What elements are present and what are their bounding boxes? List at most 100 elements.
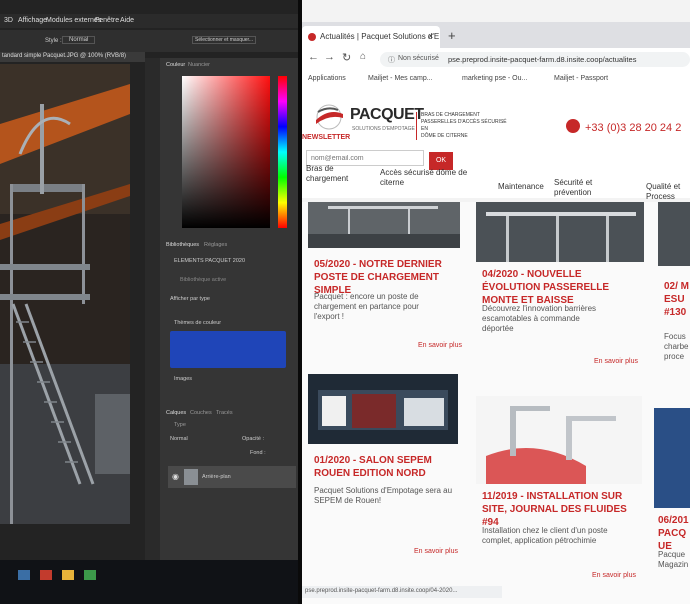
- url-text: pse.preprod.insite-pacquet-farm.d8.insit…: [448, 55, 637, 64]
- card-title[interactable]: 04/2020 - NOUVELLE ÉVOLUTION PASSERELLE …: [482, 268, 642, 307]
- card-image[interactable]: [658, 202, 690, 266]
- monitor-photo: 3D Affichage Modules externes Fenêtre Ai…: [0, 0, 690, 604]
- url-field[interactable]: ⓘ Non sécurisé pse.preprod.insite-pacque…: [380, 52, 690, 67]
- industrial-photo: [0, 64, 130, 524]
- tagline: PASSERELLES D'ACCÈS SÉCURISÉ EN: [421, 119, 507, 132]
- newsletter-label: NEWSLETTER: [302, 134, 351, 141]
- section-color-themes[interactable]: Thèmes de couleur: [174, 320, 221, 326]
- address-bar: ← → ↻ ⌂ ⓘ Non sécurisé pse.preprod.insit…: [302, 48, 690, 71]
- card-image[interactable]: [476, 202, 644, 262]
- tab-traces[interactable]: Tracés: [216, 410, 233, 416]
- blue-color-swatch[interactable]: [170, 331, 286, 368]
- menu-aide[interactable]: Aide: [120, 17, 134, 24]
- card-title[interactable]: 06/201 PACQUE: [658, 514, 690, 553]
- eye-icon[interactable]: ◉: [172, 472, 182, 482]
- tab-couches[interactable]: Couches: [190, 410, 212, 416]
- card-image[interactable]: [654, 408, 690, 508]
- nav-acces-securise[interactable]: Accès sécurisé dôme de citerne: [380, 168, 470, 188]
- hue-slider[interactable]: [278, 76, 287, 228]
- card-excerpt: Installation chez le client d'un poste c…: [482, 526, 608, 545]
- taskbar-app-icon[interactable]: [40, 570, 52, 580]
- close-tab-icon[interactable]: ×: [428, 31, 433, 41]
- select-mask-button[interactable]: Sélectionner et masquer...: [192, 36, 257, 44]
- nav-maintenance[interactable]: Maintenance: [498, 182, 544, 192]
- ps-menubar: 3D Affichage Modules externes Fenêtre Ai…: [0, 14, 300, 28]
- color-picker-field[interactable]: [182, 76, 270, 228]
- tab-bibliotheques[interactable]: Bibliothèques: [166, 242, 199, 248]
- brand-name[interactable]: PACQUET: [350, 106, 424, 124]
- document-canvas[interactable]: [0, 64, 130, 524]
- layer-row-background[interactable]: ◉ Arrière-plan: [168, 466, 296, 488]
- card-excerpt: Pacquet Solutions d'Empotage sera au SEP…: [314, 486, 453, 505]
- card-image[interactable]: [308, 374, 458, 444]
- panel-icon-strip: [145, 58, 160, 588]
- security-label: Non sécurisé: [398, 55, 439, 62]
- read-more-link[interactable]: En savoir plus: [414, 548, 458, 555]
- tagline: BRAS DE CHARGEMENT: [421, 112, 480, 118]
- brand-subtitle: SOLUTIONS D'EMPOTAGE: [352, 126, 415, 132]
- card-title[interactable]: 02/ MESU #130: [664, 280, 690, 319]
- menu-affichage[interactable]: Affichage: [18, 17, 47, 24]
- bookmark-marketing[interactable]: marketing pse - Ou...: [462, 75, 527, 82]
- pacquet-logo-icon[interactable]: [312, 102, 346, 132]
- reload-icon[interactable]: ↻: [342, 51, 351, 64]
- brand-taglines: BRAS DE CHARGEMENT PASSERELLES D'ACCÈS S…: [416, 112, 507, 140]
- style-select[interactable]: Normal: [62, 36, 96, 44]
- menu-3d[interactable]: 3D: [4, 17, 13, 24]
- news-grid: 05/2020 - NOTRE DERNIER POSTE DE CHARGEM…: [302, 202, 690, 604]
- card-excerpt: Focus charbe proce: [664, 332, 689, 361]
- card-title[interactable]: 01/2020 - SALON SEPEM ROUEN EDITION NORD: [314, 454, 462, 480]
- tab-title: Actualités | Pacquet Solutions d'E: [320, 32, 440, 41]
- windows-taskbar: [0, 560, 300, 604]
- new-tab-icon[interactable]: +: [448, 28, 456, 43]
- section-images[interactable]: Images: [174, 376, 192, 382]
- card-image[interactable]: [308, 202, 460, 248]
- status-bar-url: pse.preprod.insite-pacquet-farm.d8.insit…: [302, 586, 502, 598]
- layer-name: Arrière-plan: [202, 474, 231, 480]
- tab-reglages[interactable]: Réglages: [204, 242, 227, 248]
- back-icon[interactable]: ←: [308, 51, 319, 63]
- nav-bras-chargement[interactable]: Bras de chargement: [306, 164, 366, 184]
- forward-icon[interactable]: →: [324, 51, 335, 63]
- nav-securite[interactable]: Sécurité et prévention: [554, 178, 614, 198]
- display-by-type[interactable]: Afficher par type: [170, 296, 210, 302]
- read-more-link[interactable]: En savoir plus: [418, 342, 462, 349]
- card-excerpt: Découvrez l'innovation barrières escamot…: [482, 304, 597, 333]
- bookmark-applications[interactable]: Applications: [308, 75, 346, 82]
- taskbar-app-icon[interactable]: [18, 570, 30, 580]
- photoshop-window: 3D Affichage Modules externes Fenêtre Ai…: [0, 0, 300, 604]
- home-icon[interactable]: ⌂: [360, 51, 366, 62]
- ps-options-bar: Style : Normal Sélectionner et masquer..…: [0, 30, 300, 52]
- info-icon[interactable]: ⓘ: [388, 55, 395, 65]
- browser-tab[interactable]: Actualités | Pacquet Solutions d'E ×: [302, 26, 440, 48]
- tab-nuancier[interactable]: Nuancier: [188, 62, 210, 68]
- read-more-link[interactable]: En savoir plus: [592, 572, 636, 579]
- card-title[interactable]: 11/2019 - INSTALLATION SUR SITE, JOURNAL…: [482, 490, 642, 529]
- tagline: DÔME DE CITERNE: [421, 133, 468, 139]
- browser-window: Actualités | Pacquet Solutions d'E × + ←…: [302, 0, 690, 604]
- library-name[interactable]: ELEMENTS PACQUET 2020: [174, 258, 245, 264]
- taskbar-app-icon[interactable]: [62, 570, 74, 580]
- library-search-input[interactable]: Bibliothèque active: [180, 277, 226, 283]
- tab-calques[interactable]: Calques: [166, 410, 186, 416]
- menu-fenetre[interactable]: Fenêtre: [95, 17, 119, 24]
- fill-label: Fond :: [250, 450, 266, 456]
- nav-qualite[interactable]: Qualité et Process: [646, 182, 690, 202]
- layer-thumbnail: [184, 469, 198, 485]
- opacity-label: Opacité :: [242, 436, 265, 442]
- taskbar-app-icon[interactable]: [84, 570, 96, 580]
- bookmarks-bar: Applications Mailjet - Mes camp... marke…: [302, 70, 690, 89]
- phone-icon[interactable]: [566, 119, 580, 133]
- read-more-link[interactable]: En savoir plus: [594, 358, 638, 365]
- card-excerpt: Pacque Magazin: [658, 550, 689, 569]
- blend-mode-select[interactable]: Normal: [170, 436, 188, 442]
- card-image[interactable]: [476, 396, 642, 484]
- tab-couleur[interactable]: Couleur: [166, 62, 185, 68]
- bookmark-mailjet-passport[interactable]: Mailjet - Passport: [554, 75, 608, 82]
- layer-kind-filter[interactable]: Type: [174, 422, 186, 428]
- style-label: Style :: [45, 38, 62, 44]
- document-tab[interactable]: tandard simple Pacquet.JPG @ 100% (RVB/8…: [0, 52, 145, 62]
- bookmark-mailjet-campaigns[interactable]: Mailjet - Mes camp...: [368, 75, 433, 82]
- menu-modules[interactable]: Modules externes: [46, 17, 101, 24]
- phone-number[interactable]: +33 (0)3 28 20 24 2: [585, 122, 681, 134]
